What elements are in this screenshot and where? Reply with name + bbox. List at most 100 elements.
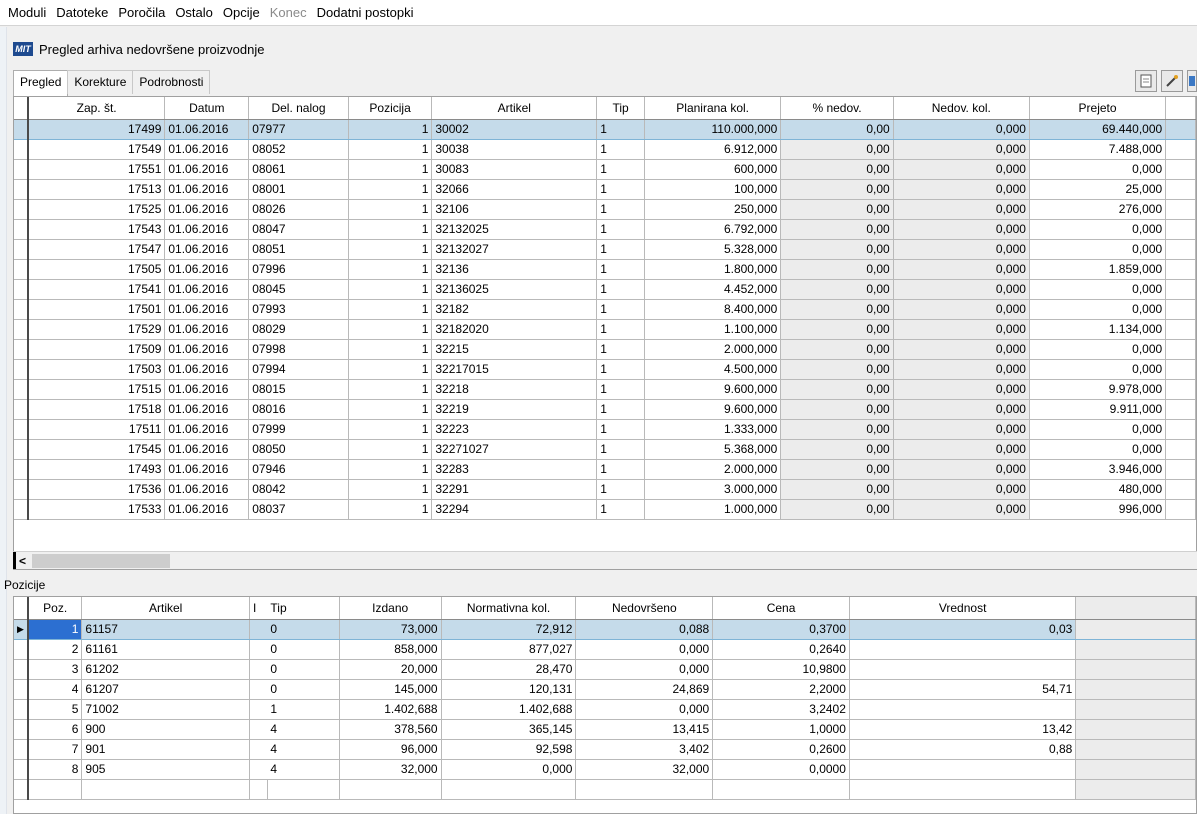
table-cell[interactable]: 30002 bbox=[431, 119, 598, 140]
table-cell[interactable]: 6 bbox=[27, 719, 83, 740]
table-cell-empty[interactable] bbox=[249, 679, 268, 700]
row-indicator[interactable] bbox=[14, 319, 29, 340]
table-cell[interactable]: 25,000 bbox=[1029, 179, 1167, 200]
table-cell[interactable]: 378,560 bbox=[339, 719, 442, 740]
row-indicator[interactable] bbox=[14, 199, 29, 220]
table-cell[interactable]: 0,00 bbox=[780, 199, 894, 220]
table-cell[interactable]: 17529 bbox=[27, 319, 166, 340]
table-cell[interactable]: 07996 bbox=[248, 259, 349, 280]
table-cell[interactable]: 0,00 bbox=[780, 119, 894, 140]
table-cell[interactable]: 1 bbox=[596, 259, 645, 280]
column-header[interactable]: Nedovršeno bbox=[575, 597, 714, 620]
table-cell[interactable]: 900 bbox=[81, 719, 250, 740]
column-header[interactable]: % nedov. bbox=[780, 97, 894, 120]
table-cell[interactable]: 1 bbox=[348, 319, 433, 340]
table-row[interactable]: 5 71002 1 1.402,688 1.402,688 0,000 3,2402 bbox=[14, 699, 1196, 720]
table-cell[interactable]: 0,000 bbox=[1029, 219, 1167, 240]
row-indicator[interactable] bbox=[14, 399, 29, 420]
table-cell[interactable]: 1 bbox=[348, 239, 433, 260]
table-cell[interactable]: 3 bbox=[27, 659, 83, 680]
row-indicator[interactable] bbox=[14, 419, 29, 440]
row-indicator[interactable] bbox=[14, 219, 29, 240]
table-cell[interactable]: 0,00 bbox=[780, 159, 894, 180]
table-cell[interactable]: 17509 bbox=[27, 339, 166, 360]
table-cell[interactable]: 0,000 bbox=[1029, 279, 1167, 300]
row-indicator[interactable] bbox=[14, 239, 29, 260]
table-cell[interactable]: 600,000 bbox=[644, 159, 782, 180]
table-cell[interactable]: 1 bbox=[348, 219, 433, 240]
table-cell[interactable]: 24,869 bbox=[575, 679, 714, 700]
table-cell[interactable]: 13,415 bbox=[575, 719, 714, 740]
table-cell[interactable]: 1 bbox=[596, 359, 645, 380]
table-cell[interactable]: 01.06.2016 bbox=[164, 399, 250, 420]
table-cell[interactable]: 1.800,000 bbox=[644, 259, 782, 280]
table-cell[interactable]: 1.402,688 bbox=[441, 699, 577, 720]
table-cell[interactable]: 01.06.2016 bbox=[164, 419, 250, 440]
table-cell[interactable]: 2.000,000 bbox=[644, 339, 782, 360]
grid-settings-icon[interactable] bbox=[1187, 70, 1197, 92]
table-cell[interactable]: 30038 bbox=[431, 139, 598, 160]
column-header[interactable]: Tip bbox=[267, 597, 340, 620]
table-cell[interactable]: 17551 bbox=[27, 159, 166, 180]
table-cell[interactable]: 32106 bbox=[431, 199, 598, 220]
table-cell[interactable]: 9.911,000 bbox=[1029, 399, 1167, 420]
table-cell[interactable]: 07999 bbox=[248, 419, 349, 440]
table-row[interactable]: 17529 01.06.2016 08029 1 32182020 1 1.100,000 0… bbox=[14, 319, 1196, 340]
table-cell[interactable]: 0,000 bbox=[893, 159, 1030, 180]
table-cell[interactable]: 07946 bbox=[248, 459, 349, 480]
column-header[interactable]: Nedov. kol. bbox=[893, 97, 1030, 120]
table-cell[interactable]: 01.06.2016 bbox=[164, 499, 250, 520]
table-cell[interactable]: 1 bbox=[596, 499, 645, 520]
table-cell[interactable]: 0,00 bbox=[780, 219, 894, 240]
table-cell[interactable]: 17525 bbox=[27, 199, 166, 220]
table-cell[interactable]: 0,000 bbox=[893, 139, 1030, 160]
table-cell[interactable]: 1 bbox=[596, 479, 645, 500]
row-indicator[interactable] bbox=[14, 299, 29, 320]
table-cell[interactable]: 1 bbox=[348, 259, 433, 280]
table-cell[interactable]: 08029 bbox=[248, 319, 349, 340]
column-header[interactable]: Normativna kol. bbox=[441, 597, 577, 620]
table-cell[interactable]: 01.06.2016 bbox=[164, 459, 250, 480]
table-cell[interactable]: 32223 bbox=[431, 419, 598, 440]
table-cell[interactable]: 1.333,000 bbox=[644, 419, 782, 440]
table-cell[interactable] bbox=[849, 699, 1077, 720]
table-cell[interactable]: 0,000 bbox=[1029, 239, 1167, 260]
table-cell[interactable]: 0 bbox=[267, 619, 340, 640]
table-cell[interactable]: 1 bbox=[348, 199, 433, 220]
table-cell[interactable]: 17547 bbox=[27, 239, 166, 260]
table-cell[interactable]: 1.859,000 bbox=[1029, 259, 1167, 280]
table-cell[interactable]: 01.06.2016 bbox=[164, 139, 250, 160]
table-cell[interactable]: 5 bbox=[27, 699, 83, 720]
table-cell[interactable]: 73,000 bbox=[339, 619, 442, 640]
table-row[interactable]: 17543 01.06.2016 08047 1 32132025 1 6.792,000 0… bbox=[14, 219, 1196, 240]
table-cell[interactable]: 32136 bbox=[431, 259, 598, 280]
table-cell[interactable]: 08026 bbox=[248, 199, 349, 220]
row-indicator[interactable] bbox=[14, 139, 29, 160]
table-cell[interactable]: 1 bbox=[348, 179, 433, 200]
table-cell[interactable]: 0,00 bbox=[780, 279, 894, 300]
table-row[interactable]: 17509 01.06.2016 07998 1 32215 1 2.000,000 0,00… bbox=[14, 339, 1196, 360]
table-cell[interactable]: 01.06.2016 bbox=[164, 219, 250, 240]
table-cell[interactable]: 17513 bbox=[27, 179, 166, 200]
document-icon[interactable] bbox=[1135, 70, 1157, 92]
table-cell[interactable]: 0,00 bbox=[780, 499, 894, 520]
table-cell[interactable]: 250,000 bbox=[644, 199, 782, 220]
table-cell[interactable]: 17515 bbox=[27, 379, 166, 400]
table-cell[interactable]: 0,000 bbox=[893, 319, 1030, 340]
table-row[interactable]: 17545 01.06.2016 08050 1 32271027 1 5.368,000 0… bbox=[14, 439, 1196, 460]
table-cell[interactable]: 32066 bbox=[431, 179, 598, 200]
table-cell[interactable]: 8.400,000 bbox=[644, 299, 782, 320]
table-cell[interactable] bbox=[849, 759, 1077, 780]
table-cell[interactable]: 17499 bbox=[27, 119, 166, 140]
table-cell[interactable]: 08037 bbox=[248, 499, 349, 520]
table-cell[interactable]: 1 bbox=[348, 479, 433, 500]
tab-pregled[interactable]: Pregled bbox=[13, 70, 69, 96]
scroll-left-button[interactable]: < bbox=[13, 552, 29, 569]
table-cell-empty[interactable] bbox=[249, 759, 268, 780]
table-cell[interactable]: 32291 bbox=[431, 479, 598, 500]
table-cell[interactable]: 1 bbox=[348, 399, 433, 420]
table-cell[interactable]: 1 bbox=[348, 459, 433, 480]
table-cell[interactable]: 08015 bbox=[248, 379, 349, 400]
table-row[interactable]: 17518 01.06.2016 08016 1 32219 1 9.600,000 0,00… bbox=[14, 399, 1196, 420]
table-cell[interactable]: 32219 bbox=[431, 399, 598, 420]
